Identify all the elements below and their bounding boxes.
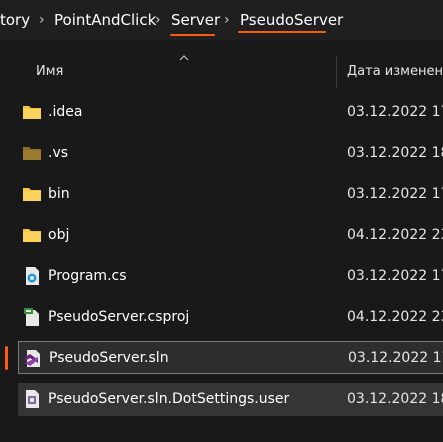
annotation-mark [5, 346, 8, 370]
breadcrumb-item-pointandclick[interactable]: PointAndClick [54, 10, 156, 30]
file-row-program-cs[interactable]: Program.cs 03.12.2022 17:5 [18, 260, 443, 293]
settings-file-icon [26, 390, 39, 408]
file-row-obj[interactable]: obj 04.12.2022 23:2 [18, 219, 443, 252]
column-header: Имя Дата изменения [0, 55, 443, 88]
breadcrumb-separator[interactable]: › [39, 10, 45, 30]
file-name: Program.cs [48, 268, 127, 284]
file-row-sln[interactable]: PseudoServer.sln 03.12.2022 17:5 [18, 341, 443, 374]
folder-icon [23, 188, 41, 201]
file-date: 03.12.2022 17:5 [347, 186, 443, 202]
file-row-vs[interactable]: .vs 03.12.2022 18:4 [18, 137, 443, 170]
file-date: 04.12.2022 23:2 [347, 309, 443, 325]
file-name: obj [48, 227, 70, 243]
annotation-underline-server [170, 34, 215, 36]
file-date: 03.12.2022 17:5 [347, 268, 443, 284]
column-date-header[interactable]: Дата изменения [347, 64, 443, 79]
breadcrumb-item-pseudoserver[interactable]: PseudoServer [240, 10, 343, 30]
csharp-file-icon [26, 267, 39, 285]
file-row-dotsettings[interactable]: PseudoServer.sln.DotSettings.user 03.12.… [18, 383, 443, 416]
file-date: 04.12.2022 23:2 [347, 227, 443, 243]
file-date: 03.12.2022 18:4 [347, 145, 443, 161]
column-divider[interactable] [336, 56, 337, 88]
file-date: 03.12.2022 17:5 [347, 104, 443, 120]
file-name: .vs [48, 145, 69, 161]
visual-studio-solution-icon [25, 350, 40, 367]
breadcrumb: tory › PointAndClick › Server › PseudoSe… [0, 0, 443, 40]
breadcrumb-separator[interactable]: › [224, 10, 230, 30]
annotation-underline-pseudoserver [238, 31, 326, 33]
file-date: 03.12.2022 18:2 [347, 391, 443, 407]
file-name: .idea [48, 104, 83, 120]
breadcrumb-separator[interactable]: › [155, 10, 161, 30]
breadcrumb-item-history[interactable]: tory [0, 10, 30, 30]
folder-icon [23, 106, 41, 119]
folder-hidden-icon [23, 147, 41, 160]
csproj-file-icon [24, 308, 39, 326]
sort-ascending-icon[interactable] [178, 52, 190, 64]
file-name: bin [48, 186, 70, 202]
folder-icon [23, 229, 41, 242]
file-name: PseudoServer.sln [49, 350, 169, 366]
breadcrumb-item-server[interactable]: Server [171, 10, 220, 30]
file-date: 03.12.2022 17:5 [348, 350, 443, 366]
file-row-bin[interactable]: bin 03.12.2022 17:5 [18, 178, 443, 211]
file-row-idea[interactable]: .idea 03.12.2022 17:5 [18, 96, 443, 129]
column-name-header[interactable]: Имя [36, 64, 63, 79]
file-explorer-window: tory › PointAndClick › Server › PseudoSe… [0, 0, 443, 442]
file-name: PseudoServer.sln.DotSettings.user [48, 391, 290, 407]
file-row-csproj[interactable]: PseudoServer.csproj 04.12.2022 23:2 [18, 301, 443, 334]
file-name: PseudoServer.csproj [48, 309, 190, 325]
